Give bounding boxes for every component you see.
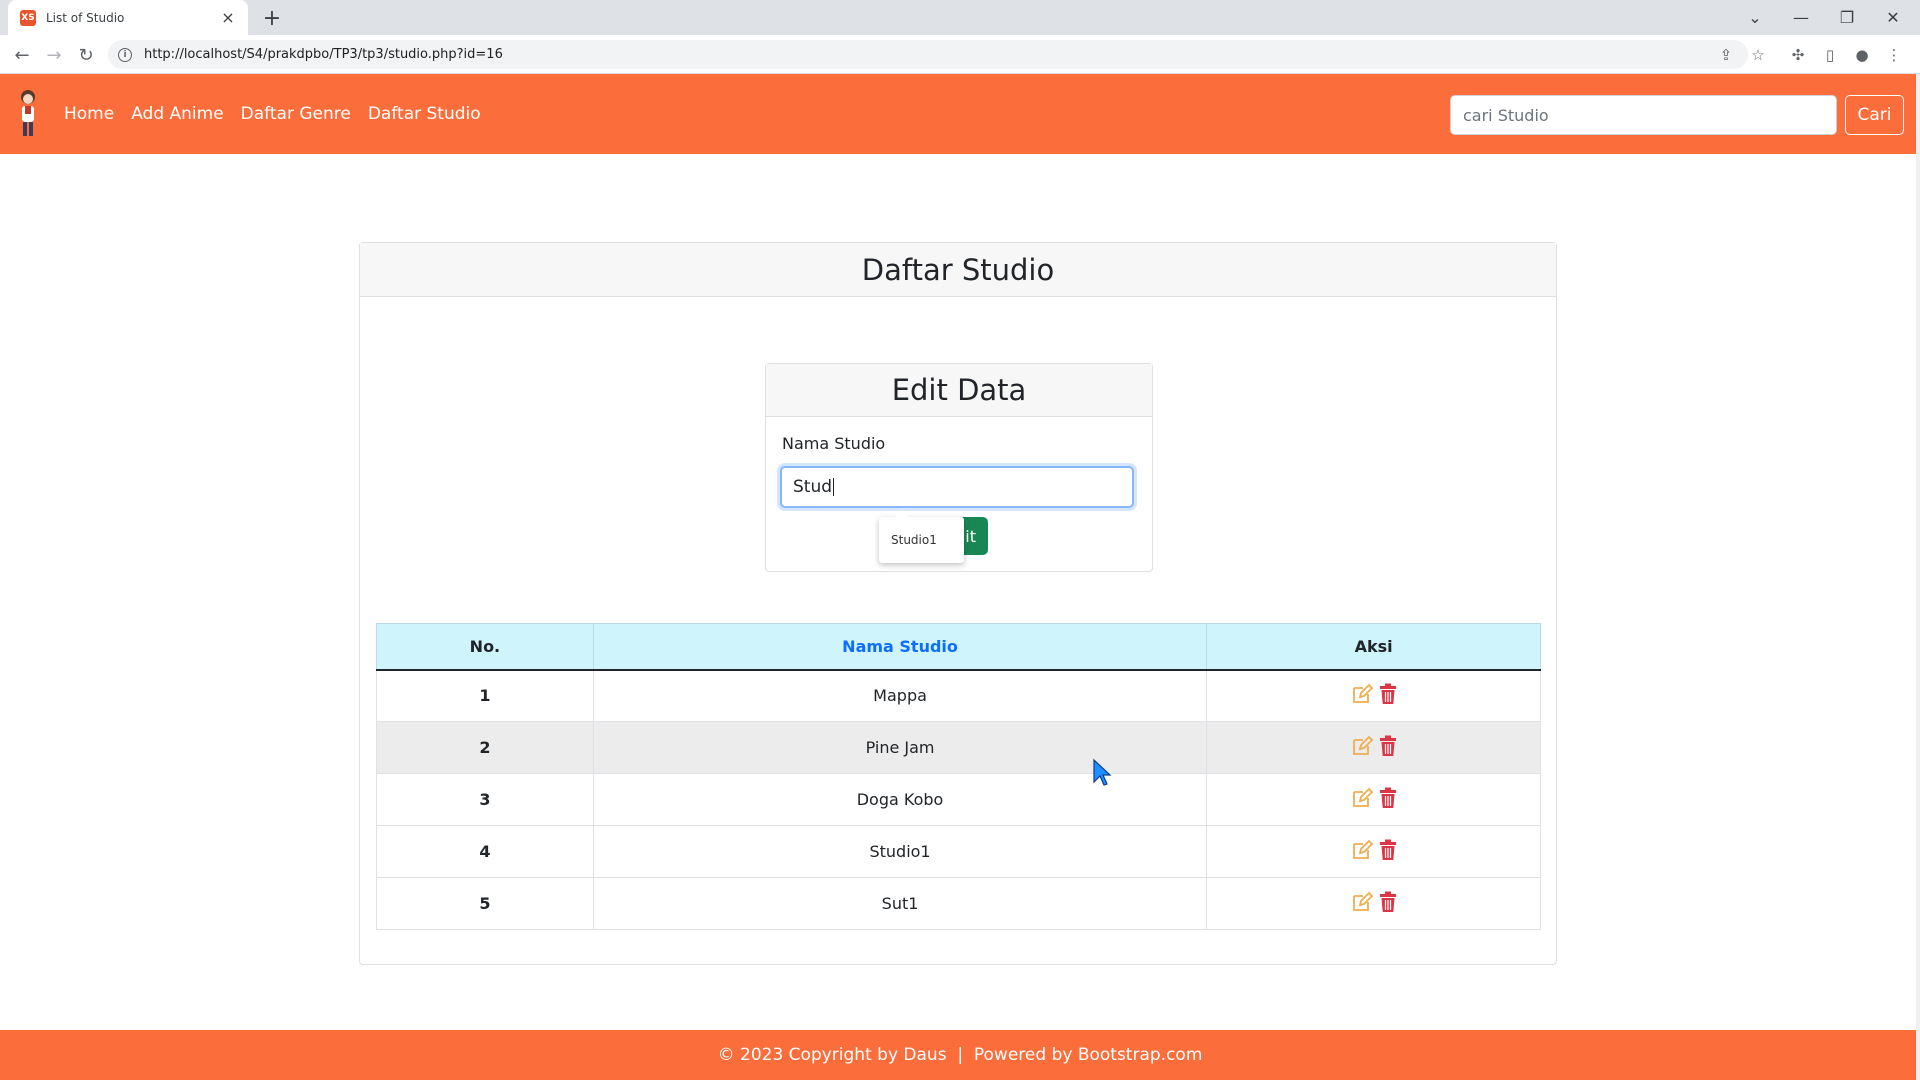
row-studio-name: Studio1 xyxy=(592,825,1208,878)
edit-form-header: Edit Data xyxy=(766,364,1152,417)
footer-text: © 2023 Copyright by Daus | Powered by Bo… xyxy=(717,1045,1203,1065)
action-group xyxy=(1351,683,1397,705)
reload-icon[interactable]: ↻ xyxy=(72,41,100,69)
forward-icon[interactable]: → xyxy=(40,41,68,69)
nav-daftar-studio[interactable]: Daftar Studio xyxy=(368,104,481,124)
table-row: 3 Doga Kobo xyxy=(376,773,1541,826)
tab-close-icon[interactable]: × xyxy=(218,8,238,27)
share-icon[interactable]: ⇪ xyxy=(1714,43,1738,67)
col-header-no: No. xyxy=(376,623,594,671)
mouse-cursor-icon xyxy=(1093,758,1112,786)
row-actions xyxy=(1206,825,1541,878)
table-row: 2 Pine Jam xyxy=(376,721,1541,774)
submit-label: it xyxy=(965,526,976,546)
edit-icon[interactable] xyxy=(1351,839,1373,861)
row-studio-name: Mappa xyxy=(592,669,1208,722)
table-body: 1 Mappa 2 Pine Jam 3 Doga Kobo 4 Studio1 5 Sut1 xyxy=(376,669,1541,930)
extensions-icon[interactable]: ✣ xyxy=(1786,43,1810,67)
side-panel-icon[interactable]: ▯ xyxy=(1818,43,1842,67)
table-row: 5 Sut1 xyxy=(376,877,1541,930)
search-button[interactable]: Cari xyxy=(1845,95,1904,135)
nav-links: Home Add Anime Daftar Genre Daftar Studi… xyxy=(64,74,481,154)
autocomplete-suggestion[interactable]: Studio1 xyxy=(879,510,964,563)
browser-toolbar: ← → ↻ i http://localhost/S4/prakdpbo/TP3… xyxy=(0,35,1920,74)
row-number: 2 xyxy=(376,721,594,774)
browser-tabbar: XS List of Studio × + ⌄ — ❐ ✕ xyxy=(0,0,1920,35)
row-studio-name: Pine Jam xyxy=(592,721,1208,774)
trash-icon[interactable] xyxy=(1379,735,1397,757)
nama-studio-input[interactable]: Stud xyxy=(780,466,1134,508)
card-header: Daftar Studio xyxy=(360,243,1556,297)
edit-form-card: Edit Data Nama Studio Stud it Studio1 xyxy=(765,363,1153,572)
menu-kebab-icon[interactable]: ⋮ xyxy=(1882,43,1906,67)
favicon-icon: XS xyxy=(20,9,36,26)
page-scrollbar[interactable] xyxy=(1916,74,1920,1080)
action-group xyxy=(1351,787,1397,809)
restore-icon[interactable]: ❐ xyxy=(1824,0,1870,35)
action-group xyxy=(1351,891,1397,913)
back-icon[interactable]: ← xyxy=(8,41,36,69)
text-caret xyxy=(833,478,835,496)
row-number: 3 xyxy=(376,773,594,826)
site-footer: © 2023 Copyright by Daus | Powered by Bo… xyxy=(0,1030,1920,1080)
nav-daftar-genre[interactable]: Daftar Genre xyxy=(241,104,351,124)
edit-form-title: Edit Data xyxy=(891,373,1027,407)
tab-title: List of Studio xyxy=(46,10,125,25)
minimize-icon[interactable]: — xyxy=(1778,0,1824,35)
table-header-row: No. Nama Studio Aksi xyxy=(376,623,1541,671)
col-header-nama-studio[interactable]: Nama Studio xyxy=(592,623,1208,671)
page-title: Daftar Studio xyxy=(861,252,1055,287)
edit-icon[interactable] xyxy=(1351,683,1373,705)
nav-add-anime[interactable]: Add Anime xyxy=(131,104,223,124)
address-bar[interactable]: i http://localhost/S4/prakdpbo/TP3/tp3/s… xyxy=(108,40,1748,69)
table-row: 1 Mappa xyxy=(376,669,1541,722)
info-icon[interactable]: i xyxy=(118,47,132,62)
trash-icon[interactable] xyxy=(1379,787,1397,809)
row-actions xyxy=(1206,721,1541,774)
edit-icon[interactable] xyxy=(1351,735,1373,757)
search-input[interactable]: cari Studio xyxy=(1450,95,1837,135)
new-tab-button[interactable]: + xyxy=(258,4,286,32)
row-studio-name: Doga Kobo xyxy=(592,773,1208,826)
edit-icon[interactable] xyxy=(1351,891,1373,913)
browser-tab[interactable]: XS List of Studio × xyxy=(8,0,248,35)
url-text: http://localhost/S4/prakdpbo/TP3/tp3/stu… xyxy=(144,47,503,62)
col-header-aksi: Aksi xyxy=(1206,623,1541,671)
tab-search-icon[interactable]: ⌄ xyxy=(1732,0,1778,35)
row-studio-name: Sut1 xyxy=(592,877,1208,930)
nama-studio-value: Stud xyxy=(793,477,833,497)
row-number: 1 xyxy=(376,669,594,722)
action-group xyxy=(1351,839,1397,861)
row-number: 4 xyxy=(376,825,594,878)
action-group xyxy=(1351,735,1397,757)
trash-icon[interactable] xyxy=(1379,683,1397,705)
brand-logo-icon[interactable] xyxy=(14,88,42,140)
table-row: 4 Studio1 xyxy=(376,825,1541,878)
edit-icon[interactable] xyxy=(1351,787,1373,809)
bookmark-star-icon[interactable]: ☆ xyxy=(1746,43,1770,67)
row-actions xyxy=(1206,669,1541,722)
row-actions xyxy=(1206,773,1541,826)
profile-icon[interactable]: ● xyxy=(1850,43,1874,67)
nav-home[interactable]: Home xyxy=(64,104,114,124)
trash-icon[interactable] xyxy=(1379,891,1397,913)
studio-table: No. Nama Studio Aksi 1 Mappa 2 Pine Jam 3 Dog… xyxy=(376,623,1541,930)
row-actions xyxy=(1206,877,1541,930)
site-navbar: Home Add Anime Daftar Genre Daftar Studi… xyxy=(0,74,1920,154)
studio-card: Daftar Studio Edit Data Nama Studio Stud… xyxy=(359,242,1557,965)
trash-icon[interactable] xyxy=(1379,839,1397,861)
row-number: 5 xyxy=(376,877,594,930)
nama-studio-label: Nama Studio xyxy=(782,434,886,453)
close-window-icon[interactable]: ✕ xyxy=(1870,0,1916,35)
